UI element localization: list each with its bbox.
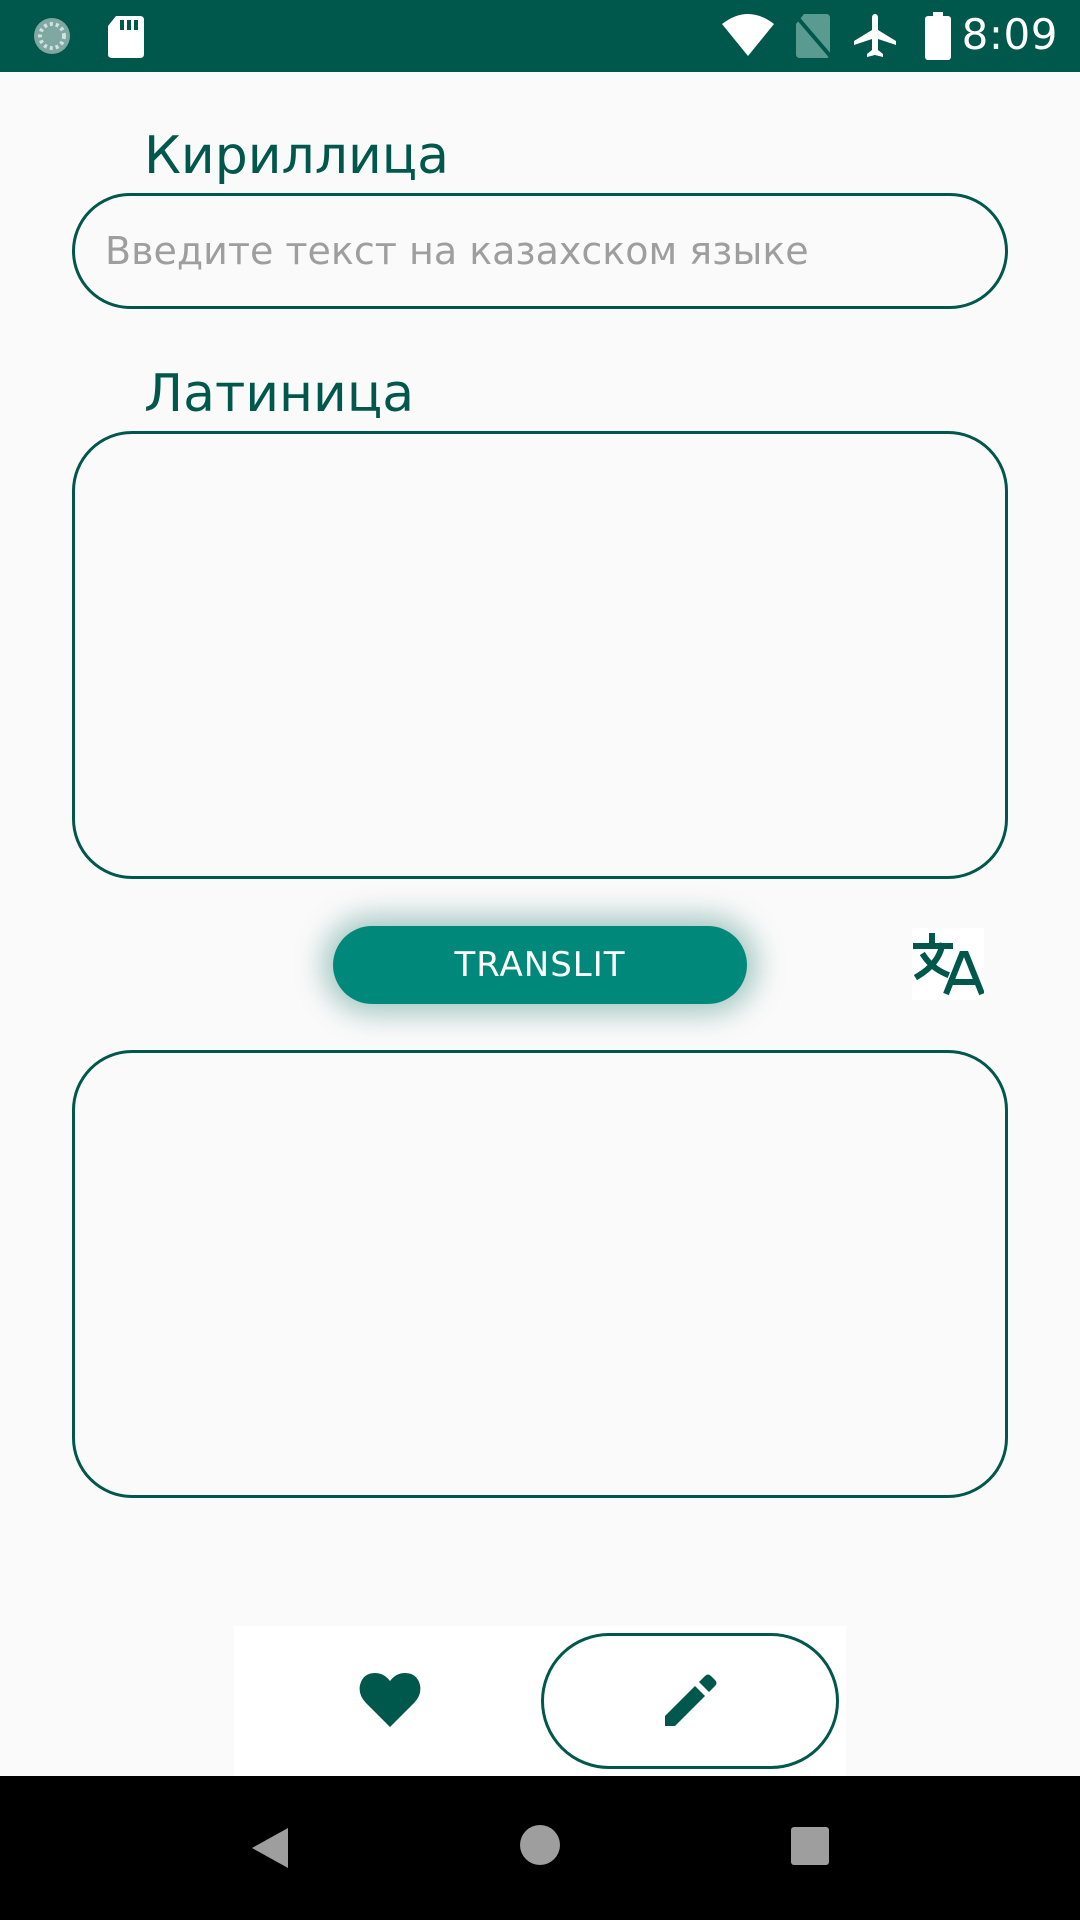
no-sim-icon xyxy=(794,14,834,60)
home-icon[interactable] xyxy=(519,1824,561,1866)
airplane-icon xyxy=(854,14,896,57)
edit-tab[interactable] xyxy=(541,1633,839,1769)
pencil-icon xyxy=(665,1674,717,1726)
wifi-icon xyxy=(722,14,774,56)
heart-icon xyxy=(359,1673,421,1727)
back-icon[interactable] xyxy=(246,1824,294,1872)
output-text-area[interactable] xyxy=(72,1050,1008,1498)
cyrillic-input-container[interactable] xyxy=(72,193,1008,309)
recents-icon[interactable] xyxy=(790,1826,830,1866)
cyrillic-input[interactable] xyxy=(103,228,1005,274)
translit-button[interactable]: TRANSLIT xyxy=(333,926,747,1004)
battery-icon xyxy=(925,12,951,60)
translate-button[interactable] xyxy=(912,928,985,1000)
translate-icon xyxy=(913,933,985,996)
status-bar: 8:09 xyxy=(0,0,1080,72)
favorites-tab[interactable] xyxy=(320,1640,460,1760)
status-time: 8:09 xyxy=(961,10,1058,59)
cyrillic-label: Кириллица xyxy=(144,126,450,186)
system-navigation-bar xyxy=(0,1776,1080,1920)
sd-card-icon xyxy=(108,16,144,58)
latin-label: Латиница xyxy=(144,364,415,424)
latin-text-area[interactable] xyxy=(72,431,1008,879)
loading-icon xyxy=(34,18,70,54)
